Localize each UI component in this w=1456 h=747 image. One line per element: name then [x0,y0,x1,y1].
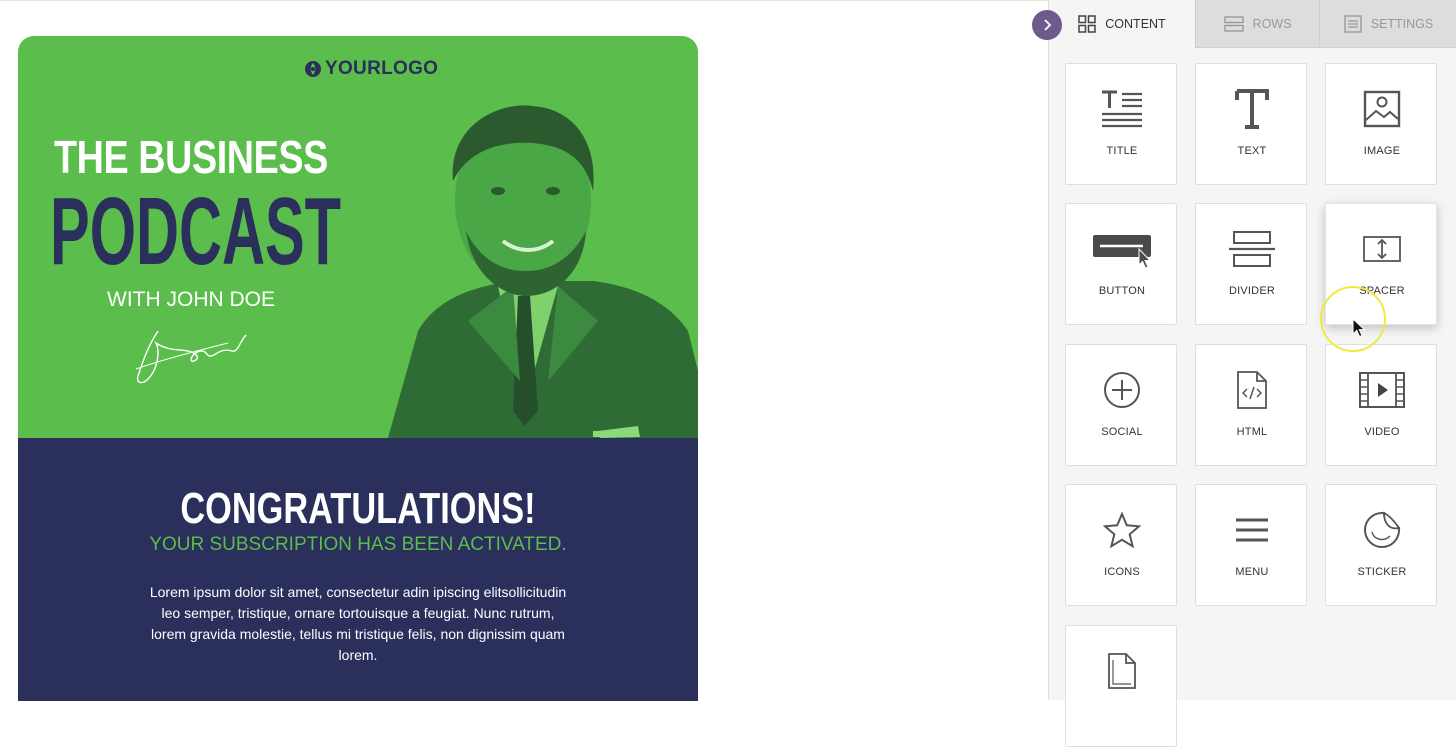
block-button-label: BUTTON [1098,285,1146,297]
tab-settings-label: SETTINGS [1370,16,1434,31]
brand-logo: YOURLOGO [304,58,438,80]
congrats-heading: CONGRATULATIONS! [180,484,536,533]
rows-icon [1223,15,1244,32]
signature-image [135,330,247,384]
block-social[interactable]: SOCIAL [1065,344,1177,466]
block-menu-label: MENU [1235,566,1269,578]
editor-sidebar: CONTENT ROWS SETTINGS TITLE TEXT IMAGE B… [1048,0,1456,747]
block-video[interactable]: VIDEO [1325,344,1437,466]
block-button[interactable]: BUTTON [1065,203,1177,325]
divider-icon [1229,231,1275,267]
html-file-icon [1237,371,1267,409]
menu-icon [1236,518,1268,542]
spacer-icon [1363,236,1401,262]
hero-title-line1: THE BUSINESS [54,131,328,183]
block-html[interactable]: HTML [1195,344,1307,466]
block-video-label: VIDEO [1364,426,1400,438]
logo-leaf-icon [305,61,321,77]
email-preview[interactable]: YOURLOGO THE BUSINESS PODCAST WITH JOHN … [18,36,698,701]
hero-title-line3: WITH JOHN DOE [107,288,275,311]
social-plus-icon [1104,372,1140,408]
block-divider[interactable]: DIVIDER [1195,203,1307,325]
settings-doc-icon [1344,14,1362,33]
button-icon [1093,235,1152,269]
editor-canvas: YOURLOGO THE BUSINESS PODCAST WITH JOHN … [0,0,1048,701]
block-menu[interactable]: MENU [1195,484,1307,606]
block-social-label: SOCIAL [1101,426,1143,438]
chevron-right-icon [1044,19,1052,31]
hero-section[interactable]: YOURLOGO THE BUSINESS PODCAST WITH JOHN … [18,36,698,438]
host-portrait-image [388,105,698,438]
grid-icon [1078,15,1097,33]
block-sticker[interactable]: STICKER [1325,484,1437,606]
block-sticker-label: STICKER [1357,566,1407,578]
block-divider-label: DIVIDER [1228,285,1276,297]
image-icon [1363,90,1401,128]
block-html-label: HTML [1236,426,1268,438]
block-text[interactable]: TEXT [1195,63,1307,185]
block-file[interactable] [1065,625,1177,747]
message-section[interactable]: CONGRATULATIONS! YOUR SUBSCRIPTION HAS B… [18,438,698,701]
text-icon [1235,89,1269,129]
block-icons-label: ICONS [1104,566,1140,578]
logo-text: YOURLOGO [325,58,439,79]
tab-rows-label: ROWS [1252,16,1292,31]
video-film-icon [1359,372,1405,408]
block-title-label: TITLE [1106,145,1138,157]
tab-rows[interactable]: ROWS [1195,0,1319,48]
collapse-panel-button[interactable] [1032,10,1062,40]
tab-content[interactable]: CONTENT [1049,0,1195,48]
hero-title-line2: PODCAST [50,178,342,285]
tab-settings[interactable]: SETTINGS [1319,0,1456,48]
subscription-subheading: YOUR SUBSCRIPTION HAS BEEN ACTIVATED. [149,534,567,555]
star-icon [1103,512,1141,548]
block-image[interactable]: IMAGE [1325,63,1437,185]
file-icon [1108,653,1136,689]
block-text-label: TEXT [1237,145,1267,157]
sticker-icon [1364,511,1401,548]
body-paragraph: Lorem ipsum dolor sit amet, consectetur … [149,584,567,663]
sidebar-tabs: CONTENT ROWS SETTINGS [1049,0,1456,48]
title-icon [1102,90,1142,128]
mouse-pointer-icon [1352,318,1366,338]
tab-content-label: CONTENT [1105,17,1166,31]
block-title[interactable]: TITLE [1065,63,1177,185]
block-icons[interactable]: ICONS [1065,484,1177,606]
block-image-label: IMAGE [1363,145,1401,157]
